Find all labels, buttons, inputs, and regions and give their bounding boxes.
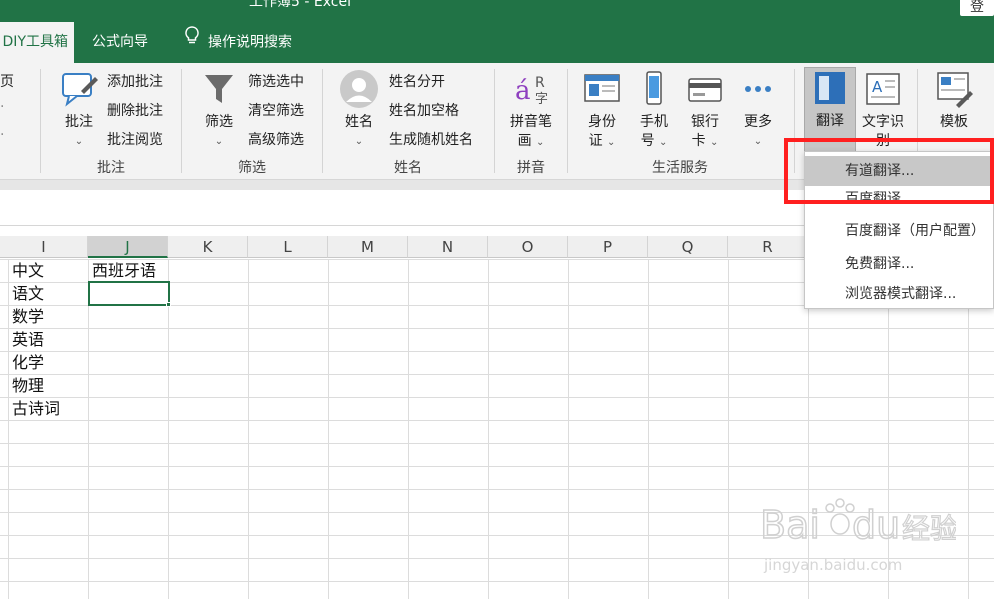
filter-label: 筛选 (205, 114, 233, 130)
chevron-down-icon: ⌄ (753, 136, 763, 147)
advanced-filter-button[interactable]: 高级筛选 (248, 129, 304, 149)
column-header-o[interactable]: O (488, 236, 568, 258)
random-name-button[interactable]: 生成随机姓名 (389, 129, 473, 149)
cell-i7[interactable]: 古诗词 (8, 397, 60, 420)
cell-i1[interactable]: 中文 (8, 259, 44, 282)
name-button[interactable]: 姓名 ⌄ (334, 69, 384, 153)
baidu-translate-user-config-item[interactable]: 百度翻译（用户配置） (805, 216, 994, 246)
free-translate-item[interactable]: 免费翻译... (805, 249, 994, 279)
filter-selected-button[interactable]: 筛选选中 (248, 71, 304, 91)
comment-label: 批注 (65, 114, 93, 130)
delete-comment-button[interactable]: 删除批注 (107, 100, 163, 120)
comment-icon (59, 73, 99, 113)
id-card-label-1: 身份 (588, 114, 616, 130)
phone-label-1: 手机 (640, 114, 668, 130)
name-add-space-button[interactable]: 姓名加空格 (389, 100, 459, 120)
pinyin-group-label: 拼音 (517, 160, 545, 176)
paw-icon (825, 498, 855, 535)
tab-search[interactable]: 操作说明搜索 (184, 22, 292, 63)
chevron-down-icon: ⌄ (214, 136, 224, 147)
translate-icon (810, 72, 850, 112)
baidu-watermark: Bai du 经验 jingyan.baidu.com (756, 488, 959, 578)
cell-i2[interactable]: 语文 (8, 282, 44, 305)
column-header-p[interactable]: P (568, 236, 648, 258)
group-separator (40, 69, 41, 173)
comment-button[interactable]: 批注 ⌄ (52, 69, 106, 153)
id-card-label-2: 证 ⌄ (588, 133, 616, 149)
column-header-j[interactable]: J (88, 236, 168, 258)
partial-left-item-2[interactable]: · (0, 99, 4, 115)
column-header-m[interactable]: M (328, 236, 408, 258)
login-button[interactable]: 登 (960, 0, 994, 16)
funnel-icon (199, 75, 239, 113)
highlight-box (784, 138, 994, 204)
tab-diy-toolbox[interactable]: DIY工具箱 (0, 22, 74, 63)
filter-button[interactable]: 筛选 ⌄ (194, 69, 244, 153)
partial-left-item-1[interactable]: 页 (0, 71, 14, 91)
more-button[interactable]: 更多 ⌄ (734, 69, 782, 153)
svg-text:R: R (535, 75, 545, 91)
phone-button[interactable]: 手机 号 ⌄ (631, 69, 677, 153)
browser-mode-translate-item[interactable]: 浏览器模式翻译... (805, 279, 994, 309)
pinyin-stroke-button[interactable]: áR字 拼音笔 画 ⌄ (502, 69, 560, 153)
filter-group-label: 筛选 (238, 160, 266, 176)
cell-i4[interactable]: 英语 (8, 328, 44, 351)
chevron-down-icon: ⌄ (354, 136, 364, 147)
cell-i5[interactable]: 化学 (8, 351, 44, 374)
watermark-brand: Bai (760, 503, 820, 547)
name-label: 姓名 (345, 114, 373, 130)
watermark-url: jingyan.baidu.com (763, 556, 902, 574)
id-card-icon (582, 74, 622, 113)
column-header-l[interactable]: L (248, 236, 328, 258)
pinyin-icon: áR字 (511, 75, 551, 113)
bank-card-label-1: 银行 (691, 114, 719, 130)
add-comment-button[interactable]: 添加批注 (107, 71, 163, 91)
more-dots-icon (738, 86, 778, 113)
template-icon (934, 72, 974, 113)
window-title: 工作簿5 - Excel (249, 0, 351, 10)
column-header-q[interactable]: Q (648, 236, 728, 258)
more-label: 更多 (744, 114, 772, 130)
pinyin-label-2: 画 ⌄ (517, 133, 545, 149)
avatar-icon (339, 70, 379, 113)
ribbon-tab-bar: DIY工具箱 公式向导 操作说明搜索 (0, 22, 994, 63)
cell-j1[interactable]: 西班牙语 (88, 259, 156, 282)
search-tab-label: 操作说明搜索 (208, 34, 292, 51)
template-label: 模板 (940, 114, 968, 130)
pinyin-label-1: 拼音笔 (510, 114, 552, 130)
mobile-phone-icon (634, 71, 674, 113)
svg-text:á: á (515, 76, 531, 106)
partial-left-item-3[interactable]: · (0, 127, 4, 143)
name-group-label: 姓名 (394, 160, 422, 176)
cell-i3[interactable]: 数学 (8, 305, 44, 328)
column-header-r[interactable]: R (728, 236, 808, 258)
active-cell-j2[interactable] (88, 281, 170, 306)
bank-card-button[interactable]: 银行 卡 ⌄ (682, 69, 728, 153)
bank-card-icon (685, 78, 725, 113)
svg-text:A: A (872, 78, 883, 96)
ocr-label-1: 文字识 (862, 114, 904, 130)
fill-handle[interactable] (166, 302, 171, 307)
cell-i6[interactable]: 物理 (8, 374, 44, 397)
translate-label: 翻译 (816, 113, 844, 129)
watermark-cn: 经验 (902, 512, 956, 545)
watermark-brand-2: du (852, 503, 900, 547)
view-comment-button[interactable]: 批注阅览 (107, 129, 163, 149)
svg-text:字: 字 (535, 92, 548, 107)
clear-filter-button[interactable]: 清空筛选 (248, 100, 304, 120)
column-header-k[interactable]: K (168, 236, 248, 258)
bank-card-label-2: 卡 ⌄ (691, 133, 719, 149)
lightbulb-icon (184, 22, 200, 63)
tab-formula-wizard[interactable]: 公式向导 (92, 22, 148, 63)
text-recognition-icon: A (863, 73, 903, 113)
title-bar: 工作簿5 - Excel 登 (0, 0, 994, 22)
split-name-button[interactable]: 姓名分开 (389, 71, 445, 91)
life-service-group-label: 生活服务 (652, 160, 708, 176)
chevron-down-icon: ⌄ (74, 136, 84, 147)
comment-group-label: 批注 (97, 160, 125, 176)
column-header-i[interactable]: I (0, 236, 88, 258)
column-header-n[interactable]: N (408, 236, 488, 258)
id-card-button[interactable]: 身份 证 ⌄ (578, 69, 626, 153)
phone-label-2: 号 ⌄ (640, 133, 668, 149)
